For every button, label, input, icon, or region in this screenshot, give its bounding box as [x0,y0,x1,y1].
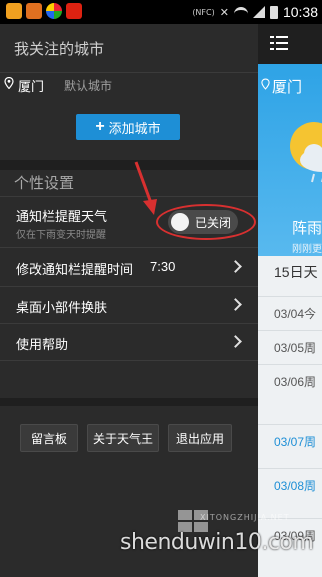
message-board-button[interactable]: 留言板 [20,424,78,452]
forecast-day-label: 03/07周 [274,435,317,449]
default-city-label: 默认城市 [64,79,113,93]
forecast-day-row[interactable]: 03/04今 [258,296,322,330]
help-label: 使用帮助 [16,337,69,352]
toutiao-app-icon [66,3,82,19]
news-app-icon [46,3,62,19]
chevron-right-icon [229,335,242,348]
section-separator [0,398,258,406]
signal-icon [252,6,265,18]
mute-icon: ✕ [219,5,229,19]
forecast-day-row[interactable]: 03/06周 [258,364,322,398]
forecast-day-row[interactable]: 03/08周 [258,468,322,502]
city-row-xiamen[interactable]: 厦门 默认城市 [0,72,258,114]
drawer-title: 我关注的城市 [14,41,105,58]
toggle-state-label: 已关闭 [195,216,232,230]
city-name: 厦门 [18,79,45,94]
battery-icon [269,5,278,19]
toggle-knob [171,213,189,231]
forecast-day-label: 03/08周 [274,479,317,493]
notify-time-row[interactable]: 修改通知栏提醒时间 7:30 [0,248,258,286]
notify-weather-label: 通知栏提醒天气 [16,209,108,224]
notify-weather-sub: 仅在下雨变天时提醒 [16,230,106,241]
chevron-right-icon [229,260,242,273]
location-pin-icon [4,77,14,89]
menu-icon[interactable] [270,36,288,50]
current-weather-card: 厦门 阵雨 刚刚更 [258,64,322,256]
forecast-day-row[interactable]: 03/05周 [258,330,322,364]
notify-time-value: 7:30 [150,259,176,274]
widget-skin-label: 桌面小部件换肤 [16,300,108,315]
notify-time-label: 修改通知栏提醒时间 [16,262,134,277]
forecast-day-label: 03/04今 [274,307,317,321]
section-separator [0,160,258,170]
add-city-label: 添加城市 [108,120,161,136]
notify-weather-toggle[interactable]: 已关闭 [168,210,238,234]
forecast-title: 15日天 [274,264,318,280]
current-city: 厦门 [272,79,303,96]
watermark-subtext: XITONGZHIJIA.NET [200,513,290,522]
main-weather-panel: 厦门 阵雨 刚刚更 15日天 03/04今 03/05周 03/06周 03/0… [258,24,322,577]
nfc-label: (NFC) [192,7,215,17]
app-grid-icon [26,3,42,19]
chevron-right-icon [229,298,242,311]
add-city-button[interactable]: + 添加城市 [76,114,180,140]
divider [0,360,258,361]
exit-app-button[interactable]: 退出应用 [168,424,232,452]
main-toolbar [258,24,322,64]
forecast-day-label: 03/05周 [274,341,317,355]
status-icons: (NFC) ✕ 10:38 [192,2,318,22]
plus-icon: + [95,118,105,135]
updated-label: 刚刚更 [292,244,322,255]
about-button[interactable]: 关于天气王 [87,424,159,452]
wifi-icon [233,7,248,17]
section-title: 个性设置 [14,175,75,192]
shower-weather-icon [290,122,322,183]
status-bar: (NFC) ✕ 10:38 [0,0,322,24]
widget-skin-row[interactable]: 桌面小部件换肤 [0,287,258,323]
clock: 10:38 [282,4,318,20]
weather-condition: 阵雨 [292,220,322,237]
settings-drawer: 我关注的城市 厦门 默认城市 + 添加城市 个性设置 通知栏提醒天气 仅在下雨变… [0,24,258,577]
orange-app-icon [6,3,22,19]
forecast-day-label: 03/06周 [274,375,317,389]
watermark-text: shenduwin10.com [120,530,314,555]
forecast-day-row[interactable]: 03/07周 [258,424,322,458]
location-pin-icon [261,78,270,90]
help-row[interactable]: 使用帮助 [0,324,258,360]
